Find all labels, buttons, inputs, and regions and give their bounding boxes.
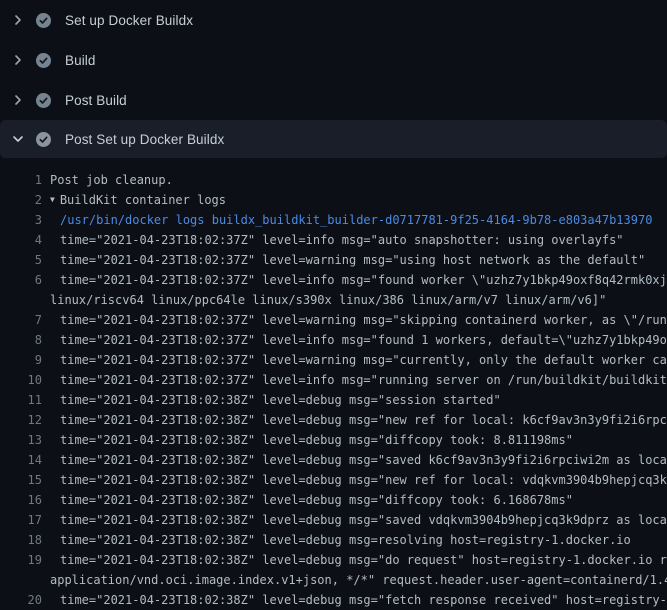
log-text: time="2021-04-23T18:02:38Z" level=debug … xyxy=(60,410,667,430)
log-line: 6 time="2021-04-23T18:02:37Z" level=info … xyxy=(0,270,667,290)
step-label: Set up Docker Buildx xyxy=(65,13,193,28)
chevron-down-icon[interactable] xyxy=(10,131,26,147)
step-row-post-set-up-docker-buildx[interactable]: Post Set up Docker Buildx xyxy=(0,120,667,158)
log-line: 18 time="2021-04-23T18:02:38Z" level=debu… xyxy=(0,530,667,550)
log-text: time="2021-04-23T18:02:37Z" level=info m… xyxy=(60,330,667,350)
log-line-number xyxy=(0,290,42,310)
check-circle-icon xyxy=(36,13,51,28)
log-line-number[interactable]: 14 xyxy=(0,450,42,470)
log-line: 10 time="2021-04-23T18:02:37Z" level=info… xyxy=(0,370,667,390)
log-line-continuation: linux/riscv64 linux/ppc64le linux/s390x … xyxy=(0,290,667,310)
log-line-number[interactable]: 10 xyxy=(0,370,42,390)
log-line: 17 time="2021-04-23T18:02:38Z" level=debu… xyxy=(0,510,667,530)
log-text: time="2021-04-23T18:02:38Z" level=debug … xyxy=(60,550,667,570)
step-row-post-build[interactable]: Post Build xyxy=(0,80,667,120)
log-line: 11 time="2021-04-23T18:02:38Z" level=debu… xyxy=(0,390,667,410)
log-text: time="2021-04-23T18:02:37Z" level=warnin… xyxy=(60,250,645,270)
log-text: time="2021-04-23T18:02:37Z" level=info m… xyxy=(60,230,624,250)
step-label: Build xyxy=(65,53,96,68)
log-text: time="2021-04-23T18:02:37Z" level=warnin… xyxy=(60,310,667,330)
step-row-build[interactable]: Build xyxy=(0,40,667,80)
log-text: time="2021-04-23T18:02:38Z" level=debug … xyxy=(60,490,573,510)
log-line-number[interactable]: 15 xyxy=(0,470,42,490)
chevron-right-icon[interactable] xyxy=(10,92,26,108)
log-line-number[interactable]: 4 xyxy=(0,230,42,250)
log-line-number[interactable]: 1 xyxy=(0,170,42,190)
log-text: time="2021-04-23T18:02:37Z" level=info m… xyxy=(60,370,667,390)
log-line: 14 time="2021-04-23T18:02:38Z" level=debu… xyxy=(0,450,667,470)
log-text: time="2021-04-23T18:02:38Z" level=debug … xyxy=(60,390,501,410)
log-line: 9 time="2021-04-23T18:02:37Z" level=warni… xyxy=(0,350,667,370)
log-line-number[interactable]: 2 xyxy=(0,190,42,210)
log-text: time="2021-04-23T18:02:38Z" level=debug … xyxy=(60,530,631,550)
log-text: time="2021-04-23T18:02:38Z" level=debug … xyxy=(60,430,573,450)
log-line: 13 time="2021-04-23T18:02:38Z" level=debu… xyxy=(0,430,667,450)
log-line: 7 time="2021-04-23T18:02:37Z" level=warni… xyxy=(0,310,667,330)
log-line-number[interactable]: 18 xyxy=(0,530,42,550)
log-line-number[interactable]: 16 xyxy=(0,490,42,510)
log-text: linux/riscv64 linux/ppc64le linux/s390x … xyxy=(50,290,606,310)
chevron-right-icon[interactable] xyxy=(10,12,26,28)
log-line: 15 time="2021-04-23T18:02:38Z" level=debu… xyxy=(0,470,667,490)
log-line: 2 ▼BuildKit container logs xyxy=(0,190,667,210)
log-line-number[interactable]: 11 xyxy=(0,390,42,410)
log-line-number[interactable]: 9 xyxy=(0,350,42,370)
log-line: 12 time="2021-04-23T18:02:38Z" level=debu… xyxy=(0,410,667,430)
chevron-right-icon[interactable] xyxy=(10,52,26,68)
log-line-number[interactable]: 20 xyxy=(0,590,42,610)
log-text: time="2021-04-23T18:02:38Z" level=debug … xyxy=(60,590,667,610)
log-line: 4 time="2021-04-23T18:02:37Z" level=info … xyxy=(0,230,667,250)
log-text: time="2021-04-23T18:02:38Z" level=debug … xyxy=(60,450,667,470)
check-circle-icon xyxy=(36,53,51,68)
log-line-number[interactable]: 8 xyxy=(0,330,42,350)
log-line-number xyxy=(0,570,42,590)
log-text: Post job cleanup. xyxy=(50,170,173,190)
log-line: 5 time="2021-04-23T18:02:37Z" level=warni… xyxy=(0,250,667,270)
log-line-number[interactable]: 19 xyxy=(0,550,42,570)
check-circle-icon xyxy=(36,132,51,147)
log-text: time="2021-04-23T18:02:38Z" level=debug … xyxy=(60,470,667,490)
log-text: time="2021-04-23T18:02:38Z" level=debug … xyxy=(60,510,667,530)
group-toggle-icon[interactable]: ▼ xyxy=(50,190,55,210)
log-text: time="2021-04-23T18:02:37Z" level=info m… xyxy=(60,270,667,290)
log-line: 3/usr/bin/docker logs buildx_buildkit_bu… xyxy=(0,210,667,230)
log-line-number[interactable]: 13 xyxy=(0,430,42,450)
actions-log-viewer: Set up Docker Buildx Build Post Build Po… xyxy=(0,0,667,600)
step-row-set-up-docker-buildx[interactable]: Set up Docker Buildx xyxy=(0,0,667,40)
log-text: application/vnd.oci.image.index.v1+json,… xyxy=(50,570,667,590)
log-line-number[interactable]: 3 xyxy=(0,210,42,230)
log-line: 19 time="2021-04-23T18:02:38Z" level=debu… xyxy=(0,550,667,570)
log-command-text: /usr/bin/docker logs buildx_buildkit_bui… xyxy=(60,210,652,230)
log-line-number[interactable]: 6 xyxy=(0,270,42,290)
log-line: 8 time="2021-04-23T18:02:37Z" level=info … xyxy=(0,330,667,350)
log-line: 1 Post job cleanup. xyxy=(0,170,667,190)
log-text: time="2021-04-23T18:02:37Z" level=warnin… xyxy=(60,350,667,370)
log-line-number[interactable]: 12 xyxy=(0,410,42,430)
step-label: Post Set up Docker Buildx xyxy=(65,132,224,147)
check-circle-icon xyxy=(36,93,51,108)
step-label: Post Build xyxy=(65,93,127,108)
log-line-continuation: application/vnd.oci.image.index.v1+json,… xyxy=(0,570,667,590)
log-area: 1 Post job cleanup. 2 ▼BuildKit container l… xyxy=(0,158,667,610)
log-line: 16 time="2021-04-23T18:02:38Z" level=debu… xyxy=(0,490,667,510)
log-line-number[interactable]: 5 xyxy=(0,250,42,270)
log-line: 20 time="2021-04-23T18:02:38Z" level=debu… xyxy=(0,590,667,610)
log-line-number[interactable]: 7 xyxy=(0,310,42,330)
log-line-number[interactable]: 17 xyxy=(0,510,42,530)
log-text: BuildKit container logs xyxy=(60,190,226,210)
